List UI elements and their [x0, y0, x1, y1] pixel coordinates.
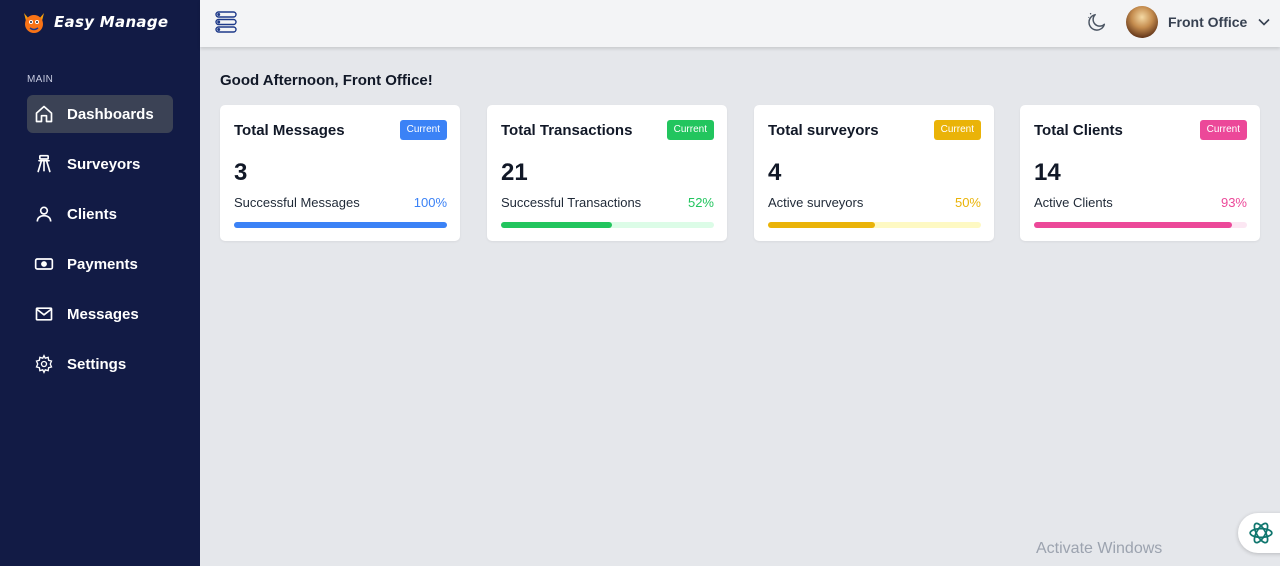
stat-card-clients: Total Clients Current 14 Active Clients … [1020, 105, 1260, 241]
stat-card-surveyors: Total surveyors Current 4 Active surveyo… [754, 105, 994, 241]
sidebar-item-clients[interactable]: Clients [27, 195, 173, 233]
sidebar-item-label: Payments [67, 255, 138, 273]
progress-fill [234, 222, 447, 228]
sidebar-item-dashboards[interactable]: Dashboards [27, 95, 173, 133]
user-menu[interactable]: Front Office [1126, 6, 1271, 38]
chevron-down-icon [1258, 18, 1270, 26]
menu-toggle-icon[interactable] [214, 10, 238, 34]
progress-fill [768, 222, 875, 228]
mail-icon [33, 303, 55, 325]
card-percent: 52% [687, 195, 714, 210]
assistant-button[interactable] [1238, 513, 1280, 553]
sidebar-nav: Dashboards Surveyors Clients Payments Me… [0, 95, 200, 383]
card-title: Total Messages [234, 122, 345, 139]
card-subtitle: Active surveyors [768, 195, 864, 210]
card-percent: 93% [1220, 195, 1247, 210]
avatar [1126, 6, 1158, 38]
card-percent: 100% [413, 195, 447, 210]
card-title: Total surveyors [768, 122, 879, 139]
gear-icon [33, 353, 55, 375]
progress-bar [768, 222, 981, 228]
status-badge: Current [399, 120, 447, 140]
status-badge: Current [666, 120, 714, 140]
sidebar-item-label: Surveyors [67, 155, 141, 173]
progress-fill [1034, 222, 1233, 228]
card-subtitle: Successful Transactions [501, 195, 642, 210]
windows-activation-watermark: Activate Windows [1036, 540, 1163, 557]
brand-name: Easy Manage [54, 13, 169, 31]
card-value: 3 [234, 159, 248, 186]
stat-card-messages: Total Messages Current 3 Successful Mess… [220, 105, 460, 241]
progress-bar [234, 222, 447, 228]
status-badge: Current [1199, 120, 1247, 140]
card-subtitle: Successful Messages [234, 195, 360, 210]
stat-card-transactions: Total Transactions Current 21 Successful… [487, 105, 727, 241]
sidebar-item-label: Clients [67, 205, 118, 223]
card-title: Total Clients [1034, 122, 1123, 139]
user-name: Front Office [1168, 14, 1248, 30]
progress-fill [501, 222, 612, 228]
card-value: 14 [1034, 159, 1061, 186]
sidebar-item-messages[interactable]: Messages [27, 295, 173, 333]
page-greeting: Good Afternoon, Front Office! [220, 72, 433, 89]
payment-icon [33, 253, 55, 275]
tripod-icon [33, 153, 55, 175]
sidebar-section-label: MAIN [27, 74, 54, 85]
sidebar-item-label: Messages [67, 305, 139, 323]
moon-icon[interactable] [1086, 11, 1110, 35]
sidebar-item-settings[interactable]: Settings [27, 345, 173, 383]
card-value: 21 [501, 159, 528, 186]
sidebar-item-label: Dashboards [67, 105, 154, 123]
assistant-icon [1249, 522, 1273, 544]
card-percent: 50% [954, 195, 981, 210]
card-title: Total Transactions [501, 122, 633, 139]
brand-logo-icon [24, 13, 44, 33]
home-icon [33, 103, 55, 125]
progress-bar [501, 222, 714, 228]
sidebar-item-label: Settings [67, 355, 127, 373]
sidebar: Easy Manage MAIN Dashboards Surveyors Cl… [0, 0, 200, 566]
card-subtitle: Active Clients [1034, 195, 1113, 210]
sidebar-item-payments[interactable]: Payments [27, 245, 173, 283]
sidebar-item-surveyors[interactable]: Surveyors [27, 145, 173, 183]
user-icon [33, 203, 55, 225]
progress-bar [1034, 222, 1247, 228]
top-header: Front Office [200, 0, 1280, 47]
card-value: 4 [768, 159, 782, 186]
brand[interactable]: Easy Manage [0, 0, 200, 44]
status-badge: Current [933, 120, 981, 140]
